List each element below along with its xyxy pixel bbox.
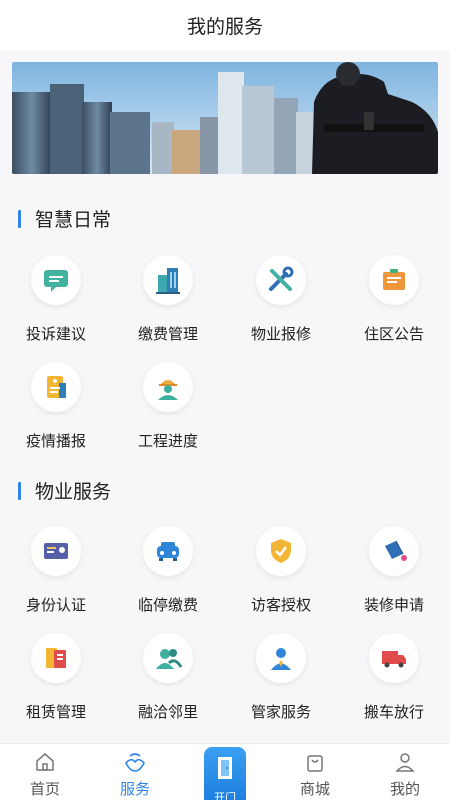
page-title: 我的服务 bbox=[186, 15, 263, 38]
grid-label: 搬车放行 bbox=[363, 703, 424, 721]
building-icon bbox=[143, 255, 193, 305]
notice-board-icon bbox=[369, 255, 419, 305]
section-title-property-service: 物业服务 bbox=[18, 477, 111, 504]
tab-label: 商城 bbox=[299, 780, 330, 798]
tab-service[interactable]: 服务 bbox=[90, 744, 180, 800]
document-icon bbox=[31, 633, 81, 683]
grid-label: 缴费管理 bbox=[137, 325, 198, 343]
grid-label: 物业报修 bbox=[250, 325, 311, 343]
grid-item-payment[interactable]: 缴费管理 bbox=[112, 255, 224, 344]
home-icon bbox=[34, 750, 56, 774]
message-icon bbox=[31, 255, 81, 305]
open-door-label: 开门 bbox=[214, 791, 236, 800]
worker-icon bbox=[143, 362, 193, 412]
shopping-bag-icon bbox=[304, 750, 326, 774]
car-icon bbox=[143, 526, 193, 576]
section-title-text: 物业服务 bbox=[35, 481, 112, 503]
grid-label: 工程进度 bbox=[137, 432, 198, 450]
grid-label: 疫情播报 bbox=[25, 432, 86, 450]
grid-label: 装修申请 bbox=[363, 596, 424, 614]
section-title-text: 智慧日常 bbox=[35, 209, 112, 231]
grid-item-epidemic[interactable]: 疫情播报 bbox=[0, 362, 112, 451]
tab-mall[interactable]: 商城 bbox=[270, 744, 360, 800]
grid-item-repair[interactable]: 物业报修 bbox=[225, 255, 337, 344]
grid-item-visitor[interactable]: 访客授权 bbox=[225, 526, 337, 615]
butler-icon bbox=[256, 633, 306, 683]
grid-label: 投诉建议 bbox=[25, 325, 86, 343]
grid-item-parking-fee[interactable]: 临停缴费 bbox=[112, 526, 224, 615]
section-accent-bar bbox=[18, 209, 21, 228]
section-accent-bar bbox=[18, 481, 21, 500]
medical-report-icon bbox=[31, 362, 81, 412]
door-icon bbox=[215, 755, 235, 785]
grid-label: 管家服务 bbox=[250, 703, 311, 721]
section-title-smart-daily: 智慧日常 bbox=[18, 205, 111, 232]
grid-item-neighbors[interactable]: 融洽邻里 bbox=[112, 633, 224, 722]
grid-item-butler[interactable]: 管家服务 bbox=[225, 633, 337, 722]
shield-check-icon bbox=[256, 526, 306, 576]
user-icon bbox=[394, 750, 416, 774]
grid-item-lease[interactable]: 租赁管理 bbox=[0, 633, 112, 722]
grid-item-moving[interactable]: 搬车放行 bbox=[338, 633, 450, 722]
grid-label: 临停缴费 bbox=[137, 596, 198, 614]
grid-label: 住区公告 bbox=[363, 325, 424, 343]
paint-bucket-icon bbox=[369, 526, 419, 576]
open-door-button[interactable]: 开门 bbox=[204, 747, 246, 800]
page-header: 我的服务 bbox=[0, 0, 450, 50]
grid-label: 访客授权 bbox=[250, 596, 311, 614]
wrench-screwdriver-icon bbox=[256, 255, 306, 305]
tab-home[interactable]: 首页 bbox=[0, 744, 90, 800]
truck-icon bbox=[369, 633, 419, 683]
service-icon bbox=[123, 750, 147, 774]
neighbors-icon bbox=[143, 633, 193, 683]
banner-illustration bbox=[12, 62, 438, 174]
tab-mine[interactable]: 我的 bbox=[360, 744, 450, 800]
grid-item-identity[interactable]: 身份认证 bbox=[0, 526, 112, 615]
grid-item-notice[interactable]: 住区公告 bbox=[338, 255, 450, 344]
tab-label: 我的 bbox=[389, 780, 420, 798]
grid-item-progress[interactable]: 工程进度 bbox=[112, 362, 224, 451]
tab-label: 首页 bbox=[29, 780, 60, 798]
banner-image[interactable] bbox=[12, 62, 438, 174]
tab-label: 服务 bbox=[119, 780, 150, 798]
grid-label: 租赁管理 bbox=[25, 703, 86, 721]
grid-item-decoration[interactable]: 装修申请 bbox=[338, 526, 450, 615]
grid-label: 身份认证 bbox=[25, 596, 86, 614]
id-card-icon bbox=[31, 526, 81, 576]
grid-label: 融洽邻里 bbox=[137, 703, 198, 721]
grid-item-complaint[interactable]: 投诉建议 bbox=[0, 255, 112, 344]
